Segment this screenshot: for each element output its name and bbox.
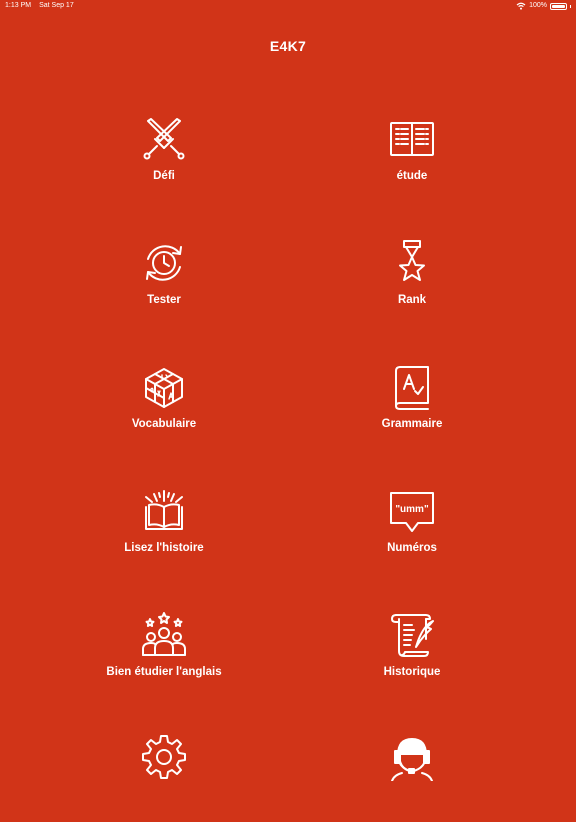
menu-item-bien-etudier[interactable]: Bien étudier l'anglais [64, 610, 264, 700]
menu-label-numeros: Numéros [387, 542, 437, 554]
menu-item-rank[interactable]: Rank [312, 238, 512, 328]
battery-tip [570, 4, 571, 8]
status-left: 1:13 PM Sat Sep 17 [5, 0, 74, 12]
menu-item-grammaire[interactable]: Grammaire [312, 362, 512, 452]
menu-label-historique: Historique [383, 666, 441, 678]
status-time: 1:13 PM [5, 2, 32, 9]
menu-item-support[interactable] [312, 732, 512, 822]
group-stars-icon [139, 610, 189, 660]
battery-level [552, 4, 565, 8]
menu-label-defi: Défi [153, 170, 175, 182]
menu-item-etude[interactable]: étude [312, 114, 512, 204]
menu-label-etude: étude [396, 170, 428, 182]
gear-icon [139, 732, 189, 782]
open-book-icon [387, 114, 437, 164]
menu-label-bien-etudier: Bien étudier l'anglais [106, 666, 222, 678]
star-medal-icon [387, 238, 437, 288]
scroll-quill-icon [387, 610, 437, 660]
speech-bubble-icon: "umm" [387, 486, 437, 536]
menu-item-settings[interactable] [64, 732, 264, 822]
menu-item-numeros[interactable]: "umm" Numéros [312, 486, 512, 576]
clock-refresh-icon [139, 238, 189, 288]
menu-item-lisez-histoire[interactable]: Lisez l'histoire [64, 486, 264, 576]
grammar-book-icon [387, 362, 437, 412]
menu-item-historique[interactable]: Historique [312, 610, 512, 700]
menu-grid: Défi étude Tester Rank Vocabulaire Gramm… [0, 110, 576, 781]
menu-item-tester[interactable]: Tester [64, 238, 264, 328]
crossed-swords-icon [139, 114, 189, 164]
app-title: E4K7 [269, 38, 307, 54]
menu-item-defi[interactable]: Défi [64, 114, 264, 204]
menu-label-grammaire: Grammaire [381, 418, 443, 430]
menu-item-vocabulaire[interactable]: Vocabulaire [64, 362, 264, 452]
support-headset-icon [387, 732, 437, 782]
status-date: Sat Sep 17 [39, 2, 74, 9]
wifi-icon [516, 2, 526, 10]
battery-percent: 100% [529, 2, 547, 9]
magic-book-icon [139, 486, 189, 536]
letter-blocks-icon [139, 362, 189, 412]
menu-label-rank: Rank [397, 294, 427, 306]
menu-label-vocabulaire: Vocabulaire [131, 418, 197, 430]
speech-bubble-text: "umm" [395, 504, 429, 515]
status-right: 100% [516, 0, 571, 12]
battery-icon [550, 2, 567, 10]
status-bar: 1:13 PM Sat Sep 17 100% [0, 0, 576, 12]
menu-label-lisez-histoire: Lisez l'histoire [124, 542, 204, 554]
menu-label-tester: Tester [147, 294, 181, 306]
